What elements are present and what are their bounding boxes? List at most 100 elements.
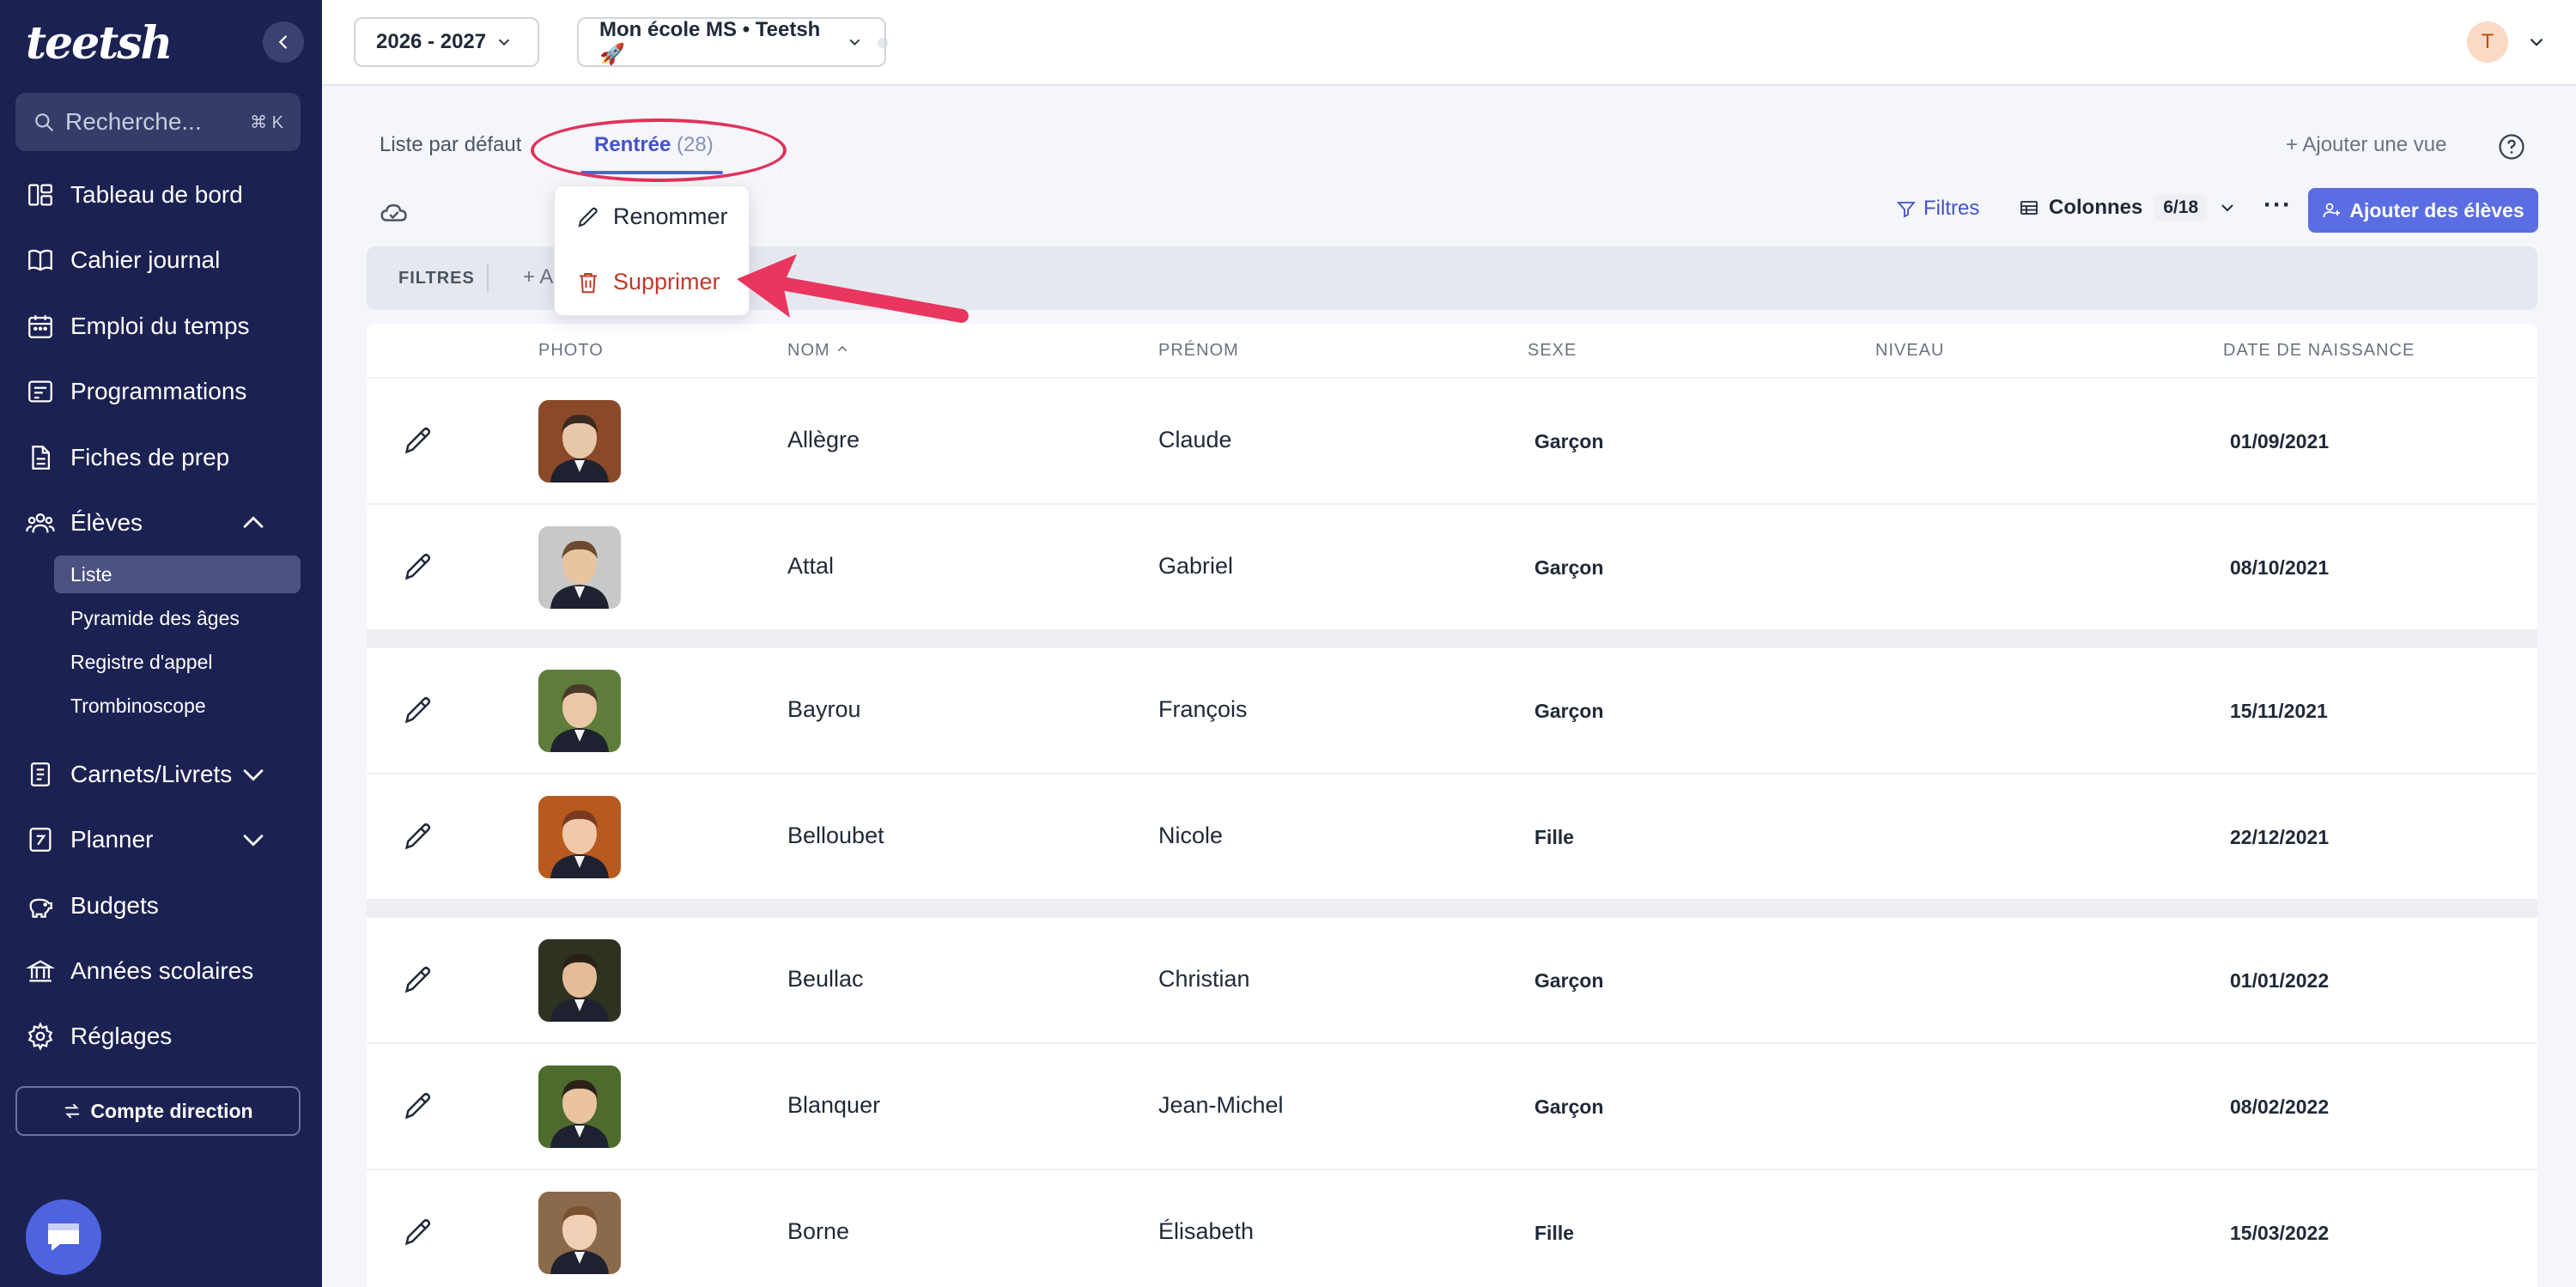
chevron-down-icon — [498, 39, 510, 46]
cell-prenom: Jean-Michel — [1158, 1092, 1284, 1118]
search-placeholder: Recherche... — [65, 108, 202, 135]
sidebar-item-reglages[interactable]: Réglages — [26, 1015, 172, 1058]
chat-icon — [48, 1223, 79, 1251]
cell-nom: Attal — [787, 553, 835, 579]
notebook-icon — [30, 762, 51, 786]
student-photo — [538, 1065, 621, 1148]
cell-sexe: Garçon — [1534, 556, 1604, 579]
cloud-sync-icon[interactable] — [378, 196, 410, 228]
school-icon — [26, 960, 55, 982]
chat-support-button[interactable] — [26, 1199, 101, 1275]
chevron-down-icon — [243, 835, 264, 847]
sidebar-subitem-trombinoscope[interactable]: Trombinoscope — [70, 689, 206, 723]
rename-menu-item[interactable]: Renommer — [575, 203, 728, 230]
programming-icon — [28, 380, 52, 403]
cell-nom: Bayrou — [787, 696, 861, 722]
rename-label: Renommer — [613, 203, 728, 229]
app-logo[interactable]: teetsh — [26, 17, 173, 70]
student-photo — [538, 939, 621, 1022]
compte-direction-button[interactable]: Compte direction — [15, 1086, 301, 1136]
cell-nom: Borne — [787, 1218, 850, 1244]
cell-date-naissance: 08/10/2021 — [2230, 556, 2330, 579]
pencil-icon[interactable] — [401, 549, 435, 584]
student-photo — [538, 400, 621, 483]
sidebar-item-cahier-journal[interactable]: Cahier journal — [26, 239, 220, 282]
delete-label: Supprimer — [613, 269, 720, 294]
sidebar-subitem-pyramide[interactable]: Pyramide des âges — [70, 601, 240, 635]
add-view-label: Ajouter une vue — [2302, 133, 2447, 156]
sidebar-item-emploi-du-temps[interactable]: Emploi du temps — [26, 305, 250, 348]
cell-sexe: Fille — [1534, 1222, 1575, 1244]
user-avatar[interactable]: T — [2467, 21, 2508, 63]
sidebar-item-label: Années scolaires — [70, 957, 254, 984]
table-row[interactable]: Attal Gabriel Garçon 08/10/2021 — [367, 505, 2537, 648]
school-year-select[interactable]: 2026 - 2027 — [354, 17, 539, 67]
add-view-button[interactable]: + Ajouter une vue — [2286, 133, 2446, 157]
pencil-icon[interactable] — [401, 819, 435, 853]
cell-date-naissance: 08/02/2022 — [2230, 1096, 2330, 1118]
column-header-sexe[interactable]: SEXE — [1528, 341, 1577, 361]
add-students-button[interactable]: Ajouter des élèves — [2308, 188, 2538, 233]
pencil-icon[interactable] — [401, 1215, 435, 1249]
column-header-date-naissance[interactable]: DATE DE NAISSANCE — [2223, 341, 2415, 361]
pencil-icon[interactable] — [401, 1089, 435, 1123]
sidebar-item-carnets[interactable]: Carnets/Livrets — [26, 753, 283, 796]
column-header-niveau[interactable]: NIVEAU — [1875, 341, 1944, 361]
cell-prenom: Christian — [1158, 966, 1250, 992]
table-row[interactable]: Allègre Claude Garçon 01/09/2021 — [367, 379, 2537, 505]
sidebar-item-fiches-de-prep[interactable]: Fiches de prep — [26, 436, 229, 479]
cell-sexe: Garçon — [1534, 1096, 1604, 1118]
filters-label: Filtres — [1923, 197, 1980, 220]
filters-button[interactable]: Filtres — [1896, 197, 1979, 221]
cell-nom: Blanquer — [787, 1092, 881, 1118]
student-photo — [538, 526, 621, 609]
sidebar-item-tableau-de-bord[interactable]: Tableau de bord — [26, 173, 243, 216]
tab-liste-par-defaut[interactable]: Liste par défaut — [380, 133, 521, 157]
sidebar-item-planner[interactable]: Planner — [26, 818, 283, 861]
column-header-nom[interactable]: NOM — [787, 341, 849, 361]
add-filter-button[interactable]: + A — [523, 265, 553, 289]
table-row[interactable]: Beullac Christian Garçon 01/01/2022 — [367, 918, 2537, 1044]
cell-prenom: Élisabeth — [1158, 1218, 1255, 1244]
sidebar-subitem-liste[interactable]: Liste — [70, 557, 112, 592]
pencil-icon[interactable] — [401, 962, 435, 997]
annotation-arrow — [737, 254, 969, 323]
school-select[interactable]: Mon école MS • Teetsh 🚀 — [577, 17, 886, 67]
columns-button[interactable]: Colonnes 6/18 — [2018, 194, 2238, 222]
table-row[interactable]: Blanquer Jean-Michel Garçon 08/02/2022 — [367, 1044, 2537, 1170]
more-options-button[interactable]: ··· — [2263, 191, 2292, 220]
columns-label: Colonnes — [2049, 196, 2143, 219]
table-row[interactable]: Belloubet Nicole Fille 22/12/2021 — [367, 774, 2537, 918]
column-header-photo: PHOTO — [538, 341, 604, 360]
sidebar-item-label: Réglages — [70, 1023, 173, 1049]
collapse-sidebar-button[interactable] — [263, 21, 304, 63]
column-header-prenom[interactable]: PRÉNOM — [1158, 341, 1239, 361]
pencil-icon[interactable] — [401, 423, 435, 458]
cell-date-naissance: 01/01/2022 — [2230, 969, 2330, 992]
sidebar-item-budgets[interactable]: Budgets — [26, 884, 159, 927]
chevron-down-icon — [243, 769, 264, 781]
annotation-circle — [531, 118, 787, 182]
columns-count-badge: 6/18 — [2154, 194, 2208, 222]
table-icon — [2020, 201, 2038, 215]
sidebar-item-annees-scolaires[interactable]: Années scolaires — [26, 950, 253, 993]
help-icon[interactable] — [2497, 132, 2526, 161]
planner-icon — [29, 828, 52, 852]
school-year-value: 2026 - 2027 — [376, 30, 487, 53]
sidebar-item-label: Programmations — [70, 378, 247, 404]
delete-menu-item[interactable]: Supprimer — [575, 269, 720, 295]
chevron-down-icon[interactable] — [2525, 31, 2548, 53]
sidebar-subitem-registre[interactable]: Registre d'appel — [70, 645, 213, 679]
divider — [487, 264, 489, 293]
cell-date-naissance: 15/11/2021 — [2230, 700, 2328, 722]
search-input[interactable]: Recherche... ⌘ K — [15, 93, 301, 151]
pencil-icon[interactable] — [401, 693, 435, 727]
cell-sexe: Garçon — [1534, 430, 1604, 452]
sidebar-item-label: Cahier journal — [70, 246, 221, 273]
table-row[interactable]: Borne Élisabeth Fille 15/03/2022 — [367, 1170, 2537, 1287]
sidebar-item-programmations[interactable]: Programmations — [26, 370, 246, 413]
sidebar-item-label: Tableau de bord — [70, 181, 243, 208]
chevron-down-icon — [2221, 204, 2233, 212]
sidebar-item-eleves[interactable]: Élèves — [26, 501, 283, 544]
table-row[interactable]: Bayrou François Garçon 15/11/2021 — [367, 648, 2537, 774]
